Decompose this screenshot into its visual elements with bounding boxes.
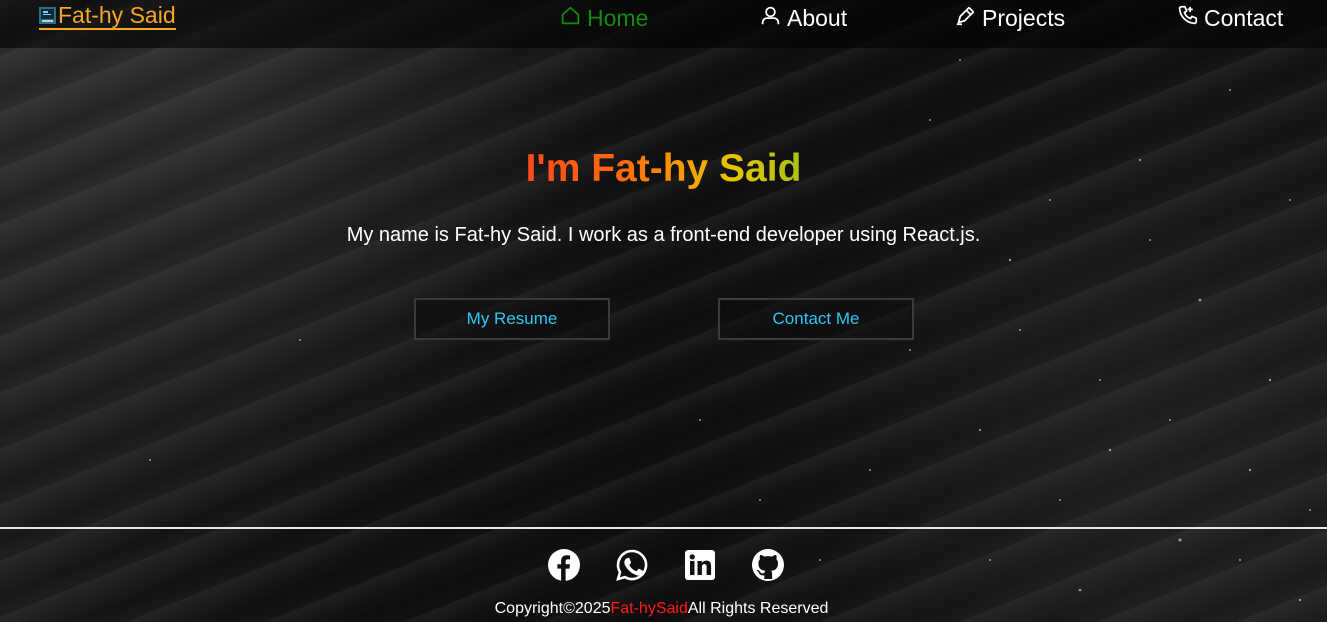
home-icon	[561, 6, 580, 24]
nav-projects-label: Projects	[982, 4, 1066, 31]
nav-home-label: Home	[587, 4, 649, 31]
copyright-suffix: All Rights Reserved	[687, 600, 829, 617]
navbar: Fat-hy Said Home About Projects Contact	[0, 0, 1327, 48]
hero-title: I'm Fat-hy Said	[0, 145, 1327, 193]
brand-name: Fat-hy Said	[58, 2, 176, 28]
hero-title-text: I'm Fat-hy Said	[525, 147, 802, 190]
nav-about[interactable]: About	[760, 3, 847, 33]
contact-me-button[interactable]: Contact Me	[718, 298, 914, 340]
footer-divider	[0, 527, 1327, 529]
nav-contact-label: Contact	[1204, 4, 1284, 31]
facebook-link[interactable]	[547, 549, 580, 581]
linkedin-link[interactable]	[684, 549, 716, 581]
user-icon	[761, 6, 780, 24]
phone-plus-icon	[1178, 5, 1198, 24]
copyright-text: Copyright©2025Fat-hySaidAll Rights Reser…	[0, 600, 1327, 618]
pen-icon	[956, 6, 975, 25]
nav-home[interactable]: Home	[560, 3, 648, 33]
github-icon	[751, 549, 784, 581]
whatsapp-link[interactable]	[615, 549, 648, 581]
hero-description: My name is Fat-hy Said. I work as a fron…	[346, 224, 981, 246]
whatsapp-icon	[615, 549, 647, 581]
copyright-prefix: Copyright©2025	[494, 600, 611, 617]
nav-contact[interactable]: Contact	[1177, 3, 1283, 33]
brand-link[interactable]: Fat-hy Said	[39, 3, 176, 30]
github-link[interactable]	[751, 549, 784, 581]
facebook-icon	[547, 549, 580, 581]
copyright-name: Fat-hySaid	[610, 600, 688, 617]
linkedin-icon	[684, 550, 715, 580]
portfolio-logo-icon	[39, 6, 56, 24]
social-links	[0, 549, 1327, 581]
my-resume-button[interactable]: My Resume	[414, 298, 610, 340]
nav-projects[interactable]: Projects	[955, 3, 1065, 33]
nav-about-label: About	[787, 4, 848, 31]
